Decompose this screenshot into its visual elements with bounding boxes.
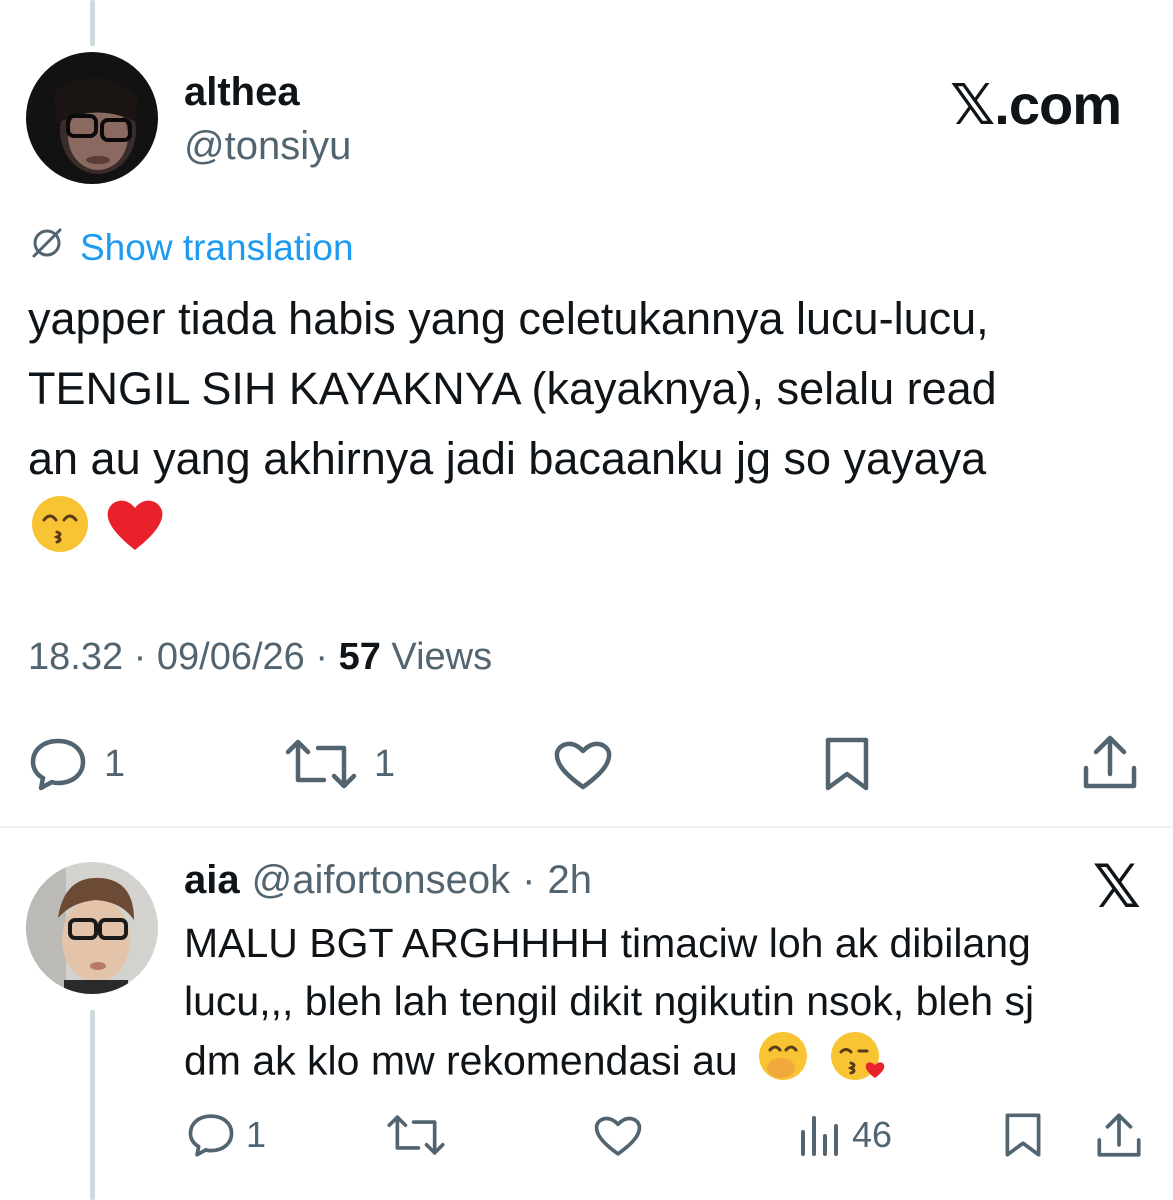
reply-text-line: dm ak klo mw rekomendasi au bbox=[184, 1030, 1144, 1097]
analytics-icon bbox=[798, 1112, 842, 1158]
heart-icon bbox=[552, 736, 614, 792]
reply-text: MALU BGT ARGHHHH timaciw loh ak dibilang… bbox=[184, 914, 1144, 1097]
heart-icon bbox=[592, 1112, 644, 1158]
author-handle[interactable]: @tonsiyu bbox=[184, 124, 351, 169]
translate-icon bbox=[28, 224, 66, 271]
reply-author-handle[interactable]: @aifortonseok bbox=[252, 858, 511, 903]
views-label: Views bbox=[391, 636, 493, 678]
bookmark-button[interactable] bbox=[820, 736, 874, 792]
x-logo-icon: 𝕏 bbox=[1092, 853, 1141, 920]
reply-age[interactable]: 2h bbox=[547, 858, 592, 903]
reply-reply-button[interactable]: 1 bbox=[186, 1112, 266, 1158]
share-icon bbox=[1096, 1110, 1142, 1160]
reply-text-line-content: dm ak klo mw rekomendasi au bbox=[184, 1037, 738, 1084]
tweet-text: yapper tiada habis yang celetukannya luc… bbox=[28, 284, 1148, 494]
hand-over-mouth-emoji bbox=[757, 1030, 809, 1097]
section-divider bbox=[0, 826, 1173, 828]
share-button[interactable] bbox=[1082, 732, 1138, 792]
tweet-date[interactable]: 09/06/26 bbox=[157, 636, 305, 678]
show-translation-label[interactable]: Show translation bbox=[80, 227, 354, 269]
share-icon bbox=[1082, 732, 1138, 792]
author-avatar[interactable] bbox=[26, 52, 158, 184]
reply-views-count: 46 bbox=[852, 1114, 893, 1155]
show-translation-link[interactable]: Show translation bbox=[28, 224, 354, 271]
repost-count: 1 bbox=[374, 742, 396, 785]
reply-text-line: lucu,,, bleh lah tengil dikit ngikutin n… bbox=[184, 978, 1035, 1024]
repost-icon bbox=[284, 736, 358, 792]
tweet-text-line: yapper tiada habis yang celetukannya luc… bbox=[28, 293, 989, 344]
reply-repost-button[interactable] bbox=[386, 1112, 446, 1158]
tweet-text-line: TENGIL SIH KAYAKNYA (kayaknya), selalu r… bbox=[28, 363, 997, 414]
reply-like-button[interactable] bbox=[592, 1112, 644, 1158]
bookmark-icon bbox=[820, 736, 874, 792]
reply-button[interactable]: 1 bbox=[28, 736, 125, 792]
reply-count: 1 bbox=[104, 742, 126, 785]
tweet-emojis bbox=[30, 494, 166, 559]
tweet-meta: 18.32 · 09/06/26 · 57 Views bbox=[28, 636, 492, 679]
reply-author-name[interactable]: aia bbox=[184, 858, 240, 903]
x-brand-logo: 𝕏.com bbox=[950, 73, 1122, 136]
tweet-time[interactable]: 18.32 bbox=[28, 636, 123, 678]
thread-line-top bbox=[90, 0, 95, 46]
reply-reply-count: 1 bbox=[246, 1114, 267, 1155]
repost-icon bbox=[386, 1112, 446, 1158]
reply-icon bbox=[186, 1112, 236, 1158]
reply-separator: · bbox=[522, 858, 536, 902]
reply-icon bbox=[28, 736, 88, 792]
reply-text-line: MALU BGT ARGHHHH timaciw loh ak dibilang bbox=[184, 920, 1031, 966]
bookmark-icon bbox=[1000, 1112, 1046, 1158]
repost-button[interactable]: 1 bbox=[284, 736, 395, 792]
views-count: 57 bbox=[338, 636, 381, 678]
thread-line-bottom bbox=[90, 1010, 95, 1200]
tweet-text-line: an au yang akhirnya jadi bacaanku jg so … bbox=[28, 433, 987, 484]
red-heart-emoji bbox=[104, 494, 166, 559]
kissing-smiling-eyes-emoji bbox=[30, 494, 90, 559]
reply-author-avatar[interactable] bbox=[26, 862, 158, 994]
meta-separator: · bbox=[315, 636, 329, 678]
reply-share-button[interactable] bbox=[1096, 1110, 1142, 1160]
author-name[interactable]: althea bbox=[184, 70, 300, 115]
face-blowing-kiss-emoji bbox=[829, 1030, 885, 1097]
like-button[interactable] bbox=[552, 736, 614, 792]
reply-bookmark-button[interactable] bbox=[1000, 1112, 1046, 1158]
meta-separator: · bbox=[133, 636, 147, 678]
reply-views-button[interactable]: 46 bbox=[798, 1112, 892, 1158]
reply-header: aia @aifortonseok · 2h bbox=[184, 858, 592, 903]
